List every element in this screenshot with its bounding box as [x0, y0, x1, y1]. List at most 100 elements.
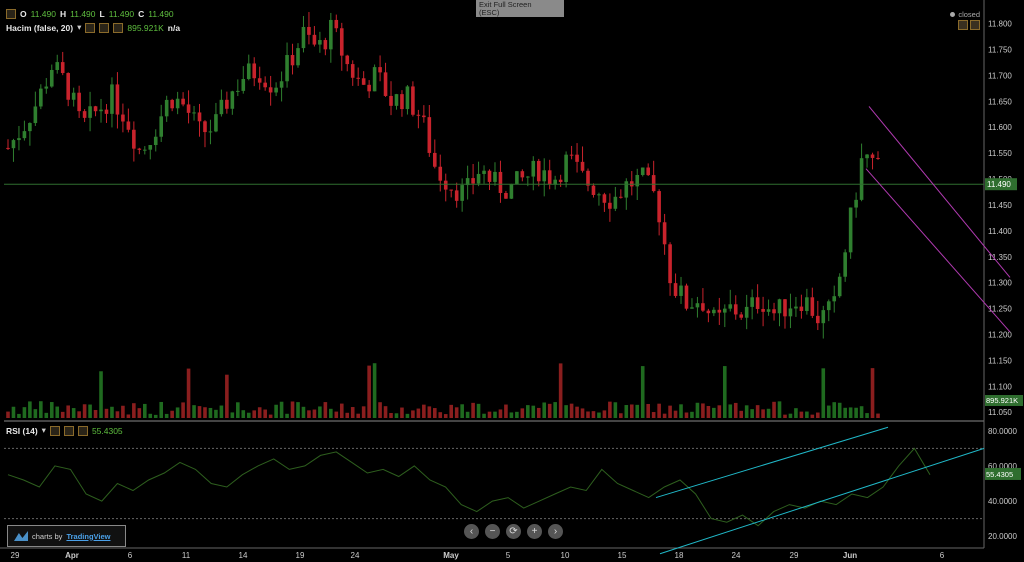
volume-bar: [411, 410, 415, 418]
rsi-legend: RSI (14) ▾ 55.4305: [6, 425, 123, 436]
volume-bar: [33, 409, 38, 418]
reset-view-button[interactable]: ⟳: [506, 524, 521, 539]
candle-body: [515, 171, 519, 184]
volume-bar: [405, 413, 410, 418]
volume-bar: [498, 409, 503, 418]
candle-body: [821, 310, 826, 324]
candle-body: [82, 111, 87, 118]
volume-bar: [350, 407, 355, 418]
candle-body: [854, 199, 858, 208]
branding-prefix: charts by: [32, 531, 63, 541]
candle-body: [170, 99, 174, 109]
legend-toggle-icon[interactable]: [6, 9, 16, 19]
study-settings-icon[interactable]: [85, 22, 96, 33]
pane-restore-icon[interactable]: [970, 20, 980, 30]
zoom-in-button[interactable]: +: [527, 524, 542, 539]
candle-body: [602, 194, 607, 203]
volume-bar: [137, 408, 142, 418]
volume-bar: [416, 408, 421, 418]
volume-bar: [482, 413, 486, 418]
volume-bar: [673, 410, 678, 418]
volume-bar: [739, 410, 744, 418]
rsi-study-label[interactable]: RSI (14): [6, 426, 38, 436]
study-hide-icon[interactable]: [99, 22, 110, 33]
candle-body: [60, 62, 65, 74]
volume-bar: [290, 401, 295, 418]
study-close-icon[interactable]: [113, 22, 124, 33]
volume-bar: [274, 404, 278, 418]
volume-bar: [263, 409, 267, 418]
scroll-right-button[interactable]: ›: [548, 524, 563, 539]
rsi-settings-icon[interactable]: [49, 425, 60, 436]
candle-body: [279, 81, 284, 88]
price-tick-label: 11.400: [988, 227, 1012, 236]
volume-bar: [132, 403, 136, 418]
candle-body: [208, 131, 213, 133]
candle-body: [520, 171, 525, 178]
volume-bar: [865, 413, 869, 418]
candle-body: [126, 121, 131, 130]
candle-body: [777, 299, 782, 314]
volume-bar: [307, 410, 311, 418]
candle-body: [542, 170, 547, 182]
volume-bar: [547, 403, 552, 418]
volume-bar: [509, 412, 514, 418]
candle-body: [695, 303, 700, 308]
volume-bar: [597, 412, 601, 418]
volume-na: n/a: [167, 22, 181, 33]
candle-body: [339, 28, 344, 56]
volume-bar: [783, 414, 787, 418]
pane-maximize-icon[interactable]: [958, 20, 968, 30]
date-tick-label: 19: [296, 551, 305, 560]
volume-bar: [389, 412, 393, 418]
volume-bar: [99, 371, 103, 418]
candle-body: [110, 84, 114, 114]
candle-body: [826, 301, 831, 311]
scroll-left-button[interactable]: ‹: [464, 524, 479, 539]
date-tick-label: 6: [128, 551, 133, 560]
candle-body: [186, 104, 191, 113]
volume-bar: [197, 406, 202, 418]
candle-body: [722, 308, 727, 313]
volume-bar: [192, 405, 196, 418]
volume-bar: [323, 402, 328, 418]
volume-bar: [750, 409, 754, 418]
date-tick-label: 10: [561, 551, 570, 560]
volume-study-label[interactable]: Hacim (false, 20): [6, 23, 73, 33]
rsi-tick-label: 40.0000: [988, 497, 1017, 506]
candle-body: [334, 19, 339, 29]
branding-link[interactable]: TradingView: [66, 532, 110, 541]
candle-body: [794, 306, 798, 309]
candle-body: [104, 109, 109, 114]
trading-chart[interactable]: 11.80011.75011.70011.65011.60011.55011.5…: [0, 0, 1024, 562]
volume-bar: [186, 368, 191, 418]
candle-body: [115, 84, 120, 115]
candle-body: [241, 78, 246, 91]
volume-bar: [88, 404, 92, 418]
volume-bar: [427, 406, 432, 418]
tradingview-branding[interactable]: charts by TradingView: [7, 525, 126, 547]
date-tick-label: 6: [940, 551, 945, 560]
candle-body: [843, 252, 847, 277]
volume-bar: [44, 412, 49, 418]
candle-body: [482, 170, 486, 174]
volume-bar: [465, 411, 470, 418]
candle-body: [526, 176, 530, 178]
rsi-close-icon[interactable]: [77, 425, 88, 436]
zoom-out-button[interactable]: −: [485, 524, 500, 539]
candle-body: [93, 106, 98, 112]
candle-body: [816, 315, 820, 324]
volume-bar: [679, 404, 683, 418]
candle-body: [564, 154, 568, 183]
volume-bar: [794, 408, 798, 418]
ohlc-l-label: L: [99, 9, 105, 19]
exit-fullscreen-button[interactable]: Exit Full Screen (ESC): [476, 0, 564, 17]
price-tick-label: 11.450: [988, 201, 1012, 210]
price-tick-label: 11.150: [988, 356, 1012, 365]
candle-body: [400, 94, 404, 110]
rsi-hide-icon[interactable]: [63, 425, 74, 436]
last-price-label: 11.490: [987, 180, 1011, 189]
volume-bar: [859, 406, 864, 418]
volume-bar: [608, 401, 612, 418]
volume-bar: [471, 402, 475, 418]
